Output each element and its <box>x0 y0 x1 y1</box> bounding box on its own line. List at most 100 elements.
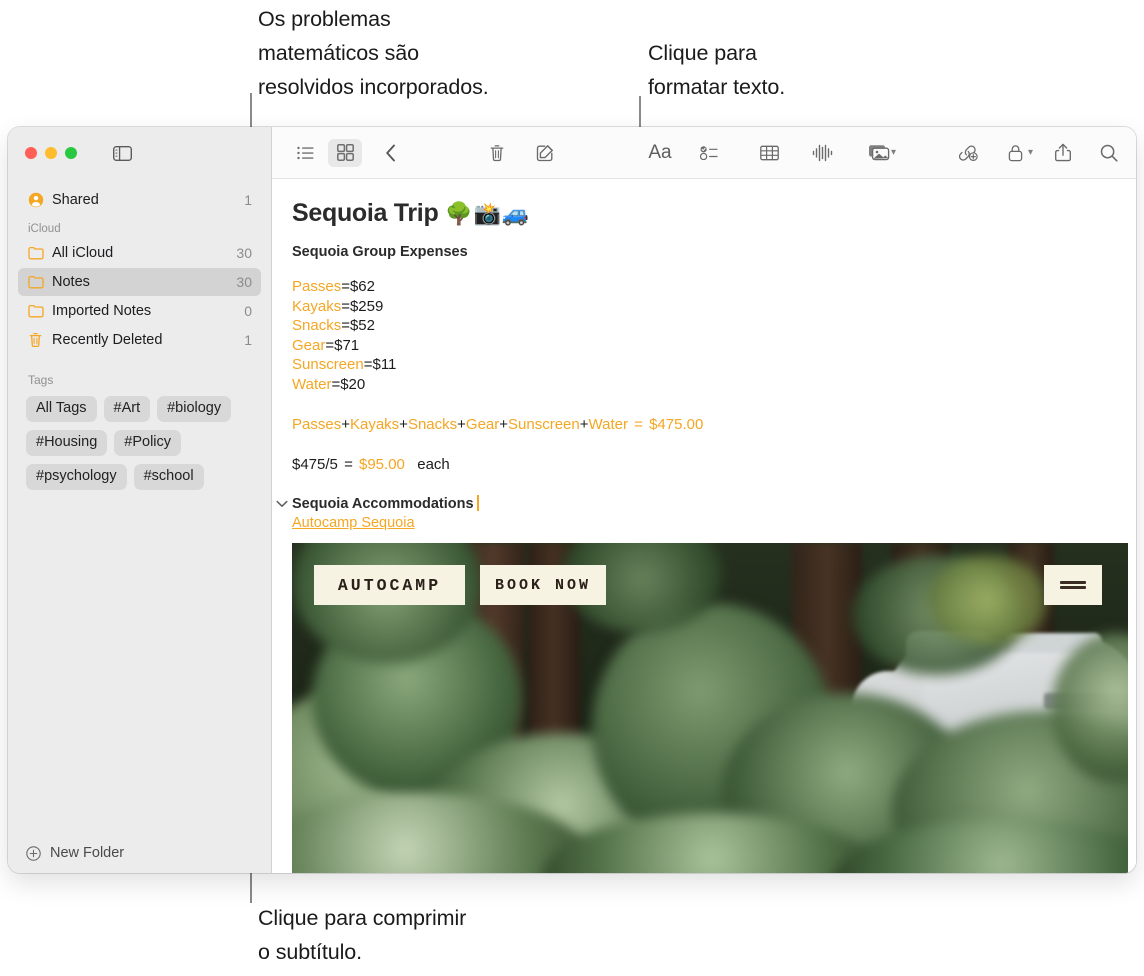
sum-op: + <box>399 416 408 433</box>
expense-value: =$62 <box>341 278 375 295</box>
embedded-photo[interactable]: AUTOCAMP BOOK NOW <box>292 543 1128 873</box>
sum-op: + <box>579 416 589 433</box>
share-icon[interactable] <box>1046 139 1080 167</box>
close-button[interactable] <box>25 147 37 159</box>
sum-term: Passes <box>292 416 342 433</box>
sidebar-item-shared-label: Shared <box>52 192 99 208</box>
sidebar-item-all-icloud[interactable]: All iCloud 30 <box>18 239 261 267</box>
per-person-suffix: each <box>417 456 450 473</box>
shared-person-icon <box>27 192 44 209</box>
note-subtitle: Sequoia Group Expenses <box>292 244 468 260</box>
tag-school[interactable]: #school <box>133 464 204 490</box>
callout-collapse-text: Clique para comprimir o subtítulo. <box>258 906 467 964</box>
tag-art[interactable]: #Art <box>103 396 151 422</box>
toolbar: Aa ▾ ▾ <box>272 127 1136 179</box>
sidebar-item-shared[interactable]: Shared 1 <box>18 186 261 214</box>
sidebar-item-imported-notes-label: Imported Notes <box>52 303 152 319</box>
expense-list: Passes=$62 Kayaks=$259 Snacks=$52 Gear=$… <box>292 277 1118 394</box>
accommodations-heading: Sequoia Accommodations <box>292 495 479 512</box>
sidebar-item-all-icloud-count: 30 <box>236 245 252 261</box>
callout-math-text: Os problemas matemáticos são resolvidos … <box>258 7 489 99</box>
trash-icon <box>27 332 44 349</box>
expense-name: Sunscreen <box>292 356 364 373</box>
tag-all-tags[interactable]: All Tags <box>26 396 97 422</box>
lock-chevron-down-icon[interactable]: ▾ <box>1028 147 1033 158</box>
new-folder-label: New Folder <box>50 845 125 861</box>
table-icon[interactable] <box>752 139 786 167</box>
expense-row: Sunscreen=$11 <box>292 355 1118 375</box>
link-add-icon[interactable] <box>951 139 985 167</box>
notes-app-window: Shared 1 iCloud All iCloud 30 Notes 30 I… <box>8 127 1136 873</box>
sidebar-item-imported-notes-count: 0 <box>244 303 252 319</box>
expense-row: Passes=$62 <box>292 277 1118 297</box>
checklist-icon[interactable] <box>692 139 726 167</box>
gallery-view-icon[interactable] <box>328 138 362 167</box>
format-text-label: Aa <box>648 141 672 163</box>
note-editor[interactable]: Sequoia Trip 🌳📸🚙 Sequoia Group Expenses … <box>272 179 1136 873</box>
sidebar-item-imported-notes[interactable]: Imported Notes 0 <box>18 297 261 325</box>
autocamp-logo-badge[interactable]: AUTOCAMP <box>314 565 465 605</box>
tag-housing[interactable]: #Housing <box>26 430 108 456</box>
folder-icon <box>27 303 44 320</box>
expense-value: =$259 <box>341 297 384 315</box>
autocamp-logo-text: AUTOCAMP <box>337 575 442 595</box>
sum-op: + <box>457 416 466 433</box>
sum-term: Kayaks <box>349 416 400 433</box>
expense-name: Gear <box>292 336 326 354</box>
new-folder-button[interactable]: New Folder <box>8 833 271 873</box>
expense-value: =$71 <box>325 336 360 354</box>
sidebar-scroll-area: Shared 1 iCloud All iCloud 30 Notes 30 I… <box>8 179 271 833</box>
audio-waveform-icon[interactable] <box>806 139 840 167</box>
sum-term: Snacks <box>407 416 458 433</box>
sum-result: $475.00 <box>649 416 704 433</box>
sum-expression-row: Passes+Kayaks+Snacks+Gear+Sunscreen+Wate… <box>292 416 1118 433</box>
autocamp-sequoia-link[interactable]: Autocamp Sequoia <box>292 515 479 531</box>
zoom-button[interactable] <box>65 147 77 159</box>
expense-name: Snacks <box>292 317 342 334</box>
book-now-button[interactable]: BOOK NOW <box>480 565 606 605</box>
per-person-result: $95.00 <box>359 456 405 473</box>
text-cursor <box>476 495 479 511</box>
sidebar-item-recently-deleted[interactable]: Recently Deleted 1 <box>18 326 261 354</box>
expense-name: Passes <box>292 278 342 295</box>
note-title-emoji: 🌳📸🚙 <box>445 201 531 226</box>
per-person-equals: = <box>344 456 353 473</box>
expense-value: =$11 <box>363 356 397 373</box>
tag-policy[interactable]: #Policy <box>114 430 182 456</box>
sidebar-toggle-icon[interactable] <box>113 145 132 161</box>
note-title: Sequoia Trip 🌳📸🚙 <box>292 199 1118 228</box>
accommodations-block: Sequoia Accommodations Autocamp Sequoia <box>276 495 1118 531</box>
tag-psychology[interactable]: #psychology <box>26 464 127 490</box>
sum-op: + <box>341 416 350 433</box>
hamburger-menu-icon[interactable] <box>1044 565 1102 605</box>
expense-row: Snacks=$52 <box>292 316 1118 336</box>
list-view-icon[interactable] <box>288 139 322 167</box>
sidebar-item-notes[interactable]: Notes 30 <box>18 268 261 296</box>
search-icon[interactable] <box>1092 139 1126 167</box>
note-title-text: Sequoia Trip <box>292 199 439 227</box>
window-controls <box>8 127 271 179</box>
sum-term: Water <box>588 416 628 433</box>
back-chevron-icon[interactable] <box>374 139 408 167</box>
chevron-down-icon[interactable] <box>276 497 288 511</box>
format-text-icon[interactable]: Aa <box>638 139 682 167</box>
sidebar-item-notes-label: Notes <box>52 274 90 290</box>
expense-row: Gear=$71 <box>292 336 1118 356</box>
plus-circle-icon <box>26 845 41 861</box>
per-person-expression: $475/5 <box>292 456 338 473</box>
minimize-button[interactable] <box>45 147 57 159</box>
sidebar-item-notes-count: 30 <box>236 274 252 290</box>
expense-value: =$52 <box>341 317 375 334</box>
delete-trash-icon[interactable] <box>480 139 514 167</box>
accommodations-heading-text: Sequoia Accommodations <box>292 496 474 512</box>
compose-note-icon[interactable] <box>528 139 562 167</box>
book-now-label: BOOK NOW <box>494 576 591 594</box>
expense-row: Kayaks=$259 <box>292 297 1118 317</box>
expense-row: Water=$20 <box>292 375 1118 395</box>
callout-math-leader-vert <box>250 93 252 130</box>
tag-list: All Tags #Art #biology #Housing #Policy … <box>8 390 271 490</box>
media-chevron-down-icon[interactable]: ▾ <box>891 147 896 158</box>
expense-name: Kayaks <box>292 297 342 315</box>
tag-biology[interactable]: #biology <box>157 396 232 422</box>
callout-format-text: Clique para formatar texto. <box>648 41 786 99</box>
